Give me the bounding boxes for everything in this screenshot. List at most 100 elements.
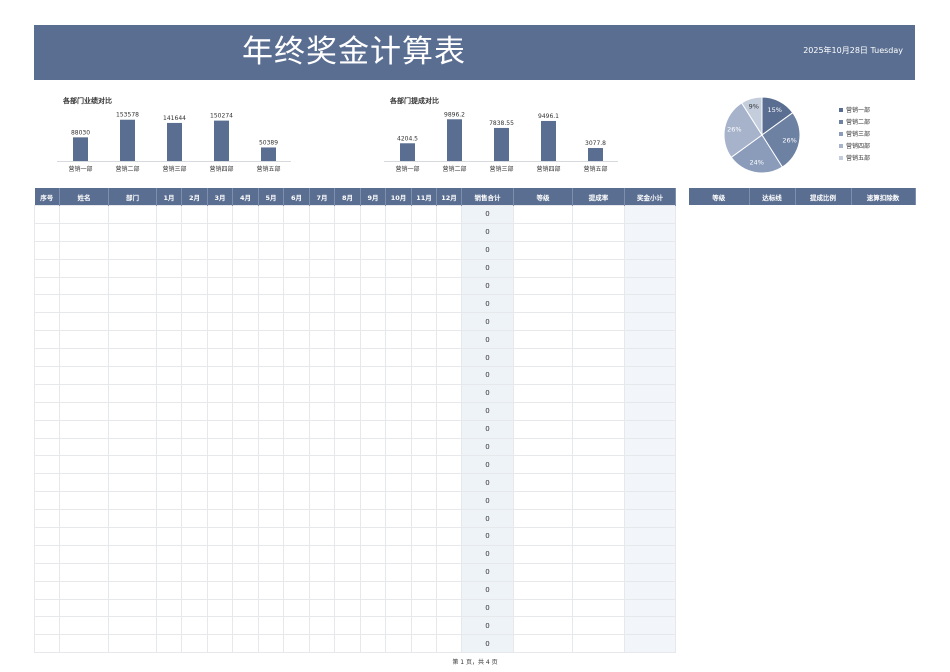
table-cell[interactable] <box>207 276 233 296</box>
table-cell[interactable] <box>59 509 109 529</box>
table-cell[interactable] <box>59 473 109 493</box>
table-cell[interactable] <box>513 544 573 564</box>
sales-total-cell[interactable]: 0 <box>461 366 514 385</box>
table-cell[interactable] <box>232 222 259 242</box>
table-cell[interactable] <box>34 240 60 260</box>
table-cell[interactable] <box>34 598 60 618</box>
table-cell[interactable] <box>59 258 109 278</box>
table-cell[interactable] <box>411 401 437 421</box>
table-cell[interactable] <box>59 294 109 314</box>
table-cell[interactable] <box>34 205 60 224</box>
table-cell[interactable] <box>385 634 412 654</box>
table-cell[interactable] <box>108 580 157 600</box>
table-cell[interactable] <box>283 634 310 654</box>
table-cell[interactable] <box>334 544 361 564</box>
table-cell[interactable] <box>572 330 625 350</box>
table-cell[interactable] <box>513 348 573 368</box>
table-cell[interactable] <box>207 473 233 493</box>
table-cell[interactable] <box>59 580 109 600</box>
table-cell[interactable] <box>232 509 259 529</box>
table-cell[interactable] <box>181 580 208 600</box>
table-cell[interactable] <box>411 562 437 582</box>
table-cell[interactable] <box>34 258 60 278</box>
table-cell[interactable] <box>283 276 310 296</box>
table-cell[interactable] <box>309 598 335 618</box>
table-cell[interactable] <box>411 383 437 403</box>
table-cell[interactable] <box>411 419 437 439</box>
table-cell[interactable] <box>207 258 233 278</box>
table-cell[interactable] <box>232 491 259 511</box>
table-cell[interactable] <box>334 330 361 350</box>
table-cell[interactable] <box>513 580 573 600</box>
table-cell[interactable] <box>360 509 386 529</box>
table-cell[interactable] <box>34 348 60 368</box>
table-cell[interactable] <box>411 222 437 242</box>
table-cell[interactable] <box>513 222 573 242</box>
table-cell[interactable] <box>309 294 335 314</box>
table-cell[interactable] <box>283 562 310 582</box>
table-cell[interactable] <box>334 276 361 296</box>
table-cell[interactable] <box>436 634 462 654</box>
table-cell[interactable] <box>385 383 412 403</box>
table-cell[interactable] <box>513 383 573 403</box>
table-cell[interactable] <box>360 544 386 564</box>
table-cell[interactable] <box>360 366 386 385</box>
table-cell[interactable] <box>309 330 335 350</box>
table-cell[interactable] <box>309 240 335 260</box>
table-cell[interactable] <box>258 616 284 636</box>
table-cell[interactable] <box>232 437 259 457</box>
table-cell[interactable] <box>156 562 182 582</box>
table-cell[interactable] <box>572 616 625 636</box>
table-cell[interactable] <box>156 544 182 564</box>
table-cell[interactable] <box>181 527 208 546</box>
table-cell[interactable] <box>436 258 462 278</box>
table-cell[interactable] <box>181 258 208 278</box>
table-cell[interactable] <box>572 562 625 582</box>
table-cell[interactable] <box>411 580 437 600</box>
table-cell[interactable] <box>360 634 386 654</box>
bonus-subtotal-cell[interactable] <box>624 401 676 421</box>
table-cell[interactable] <box>258 598 284 618</box>
table-cell[interactable] <box>572 258 625 278</box>
table-cell[interactable] <box>513 419 573 439</box>
table-cell[interactable] <box>360 294 386 314</box>
table-cell[interactable] <box>385 455 412 475</box>
table-cell[interactable] <box>411 312 437 332</box>
table-cell[interactable] <box>436 383 462 403</box>
table-cell[interactable] <box>436 473 462 493</box>
table-cell[interactable] <box>181 205 208 224</box>
table-cell[interactable] <box>258 240 284 260</box>
table-cell[interactable] <box>232 401 259 421</box>
table-cell[interactable] <box>572 294 625 314</box>
sales-total-cell[interactable]: 0 <box>461 240 514 260</box>
table-cell[interactable] <box>360 455 386 475</box>
table-cell[interactable] <box>411 366 437 385</box>
table-cell[interactable] <box>34 616 60 636</box>
table-cell[interactable] <box>385 401 412 421</box>
table-cell[interactable] <box>411 509 437 529</box>
table-cell[interactable] <box>513 437 573 457</box>
table-cell[interactable] <box>334 598 361 618</box>
table-cell[interactable] <box>232 366 259 385</box>
table-cell[interactable] <box>59 348 109 368</box>
table-cell[interactable] <box>258 294 284 314</box>
bonus-subtotal-cell[interactable] <box>624 383 676 403</box>
table-cell[interactable] <box>181 312 208 332</box>
table-cell[interactable] <box>334 491 361 511</box>
table-cell[interactable] <box>34 509 60 529</box>
table-cell[interactable] <box>108 419 157 439</box>
table-cell[interactable] <box>207 509 233 529</box>
table-cell[interactable] <box>108 348 157 368</box>
table-cell[interactable] <box>258 401 284 421</box>
table-cell[interactable] <box>283 258 310 278</box>
table-cell[interactable] <box>108 205 157 224</box>
table-cell[interactable] <box>513 562 573 582</box>
table-cell[interactable] <box>513 598 573 618</box>
table-cell[interactable] <box>572 491 625 511</box>
table-cell[interactable] <box>572 312 625 332</box>
table-cell[interactable] <box>232 634 259 654</box>
table-cell[interactable] <box>59 544 109 564</box>
table-cell[interactable] <box>309 312 335 332</box>
bonus-subtotal-cell[interactable] <box>624 312 676 332</box>
table-cell[interactable] <box>181 383 208 403</box>
